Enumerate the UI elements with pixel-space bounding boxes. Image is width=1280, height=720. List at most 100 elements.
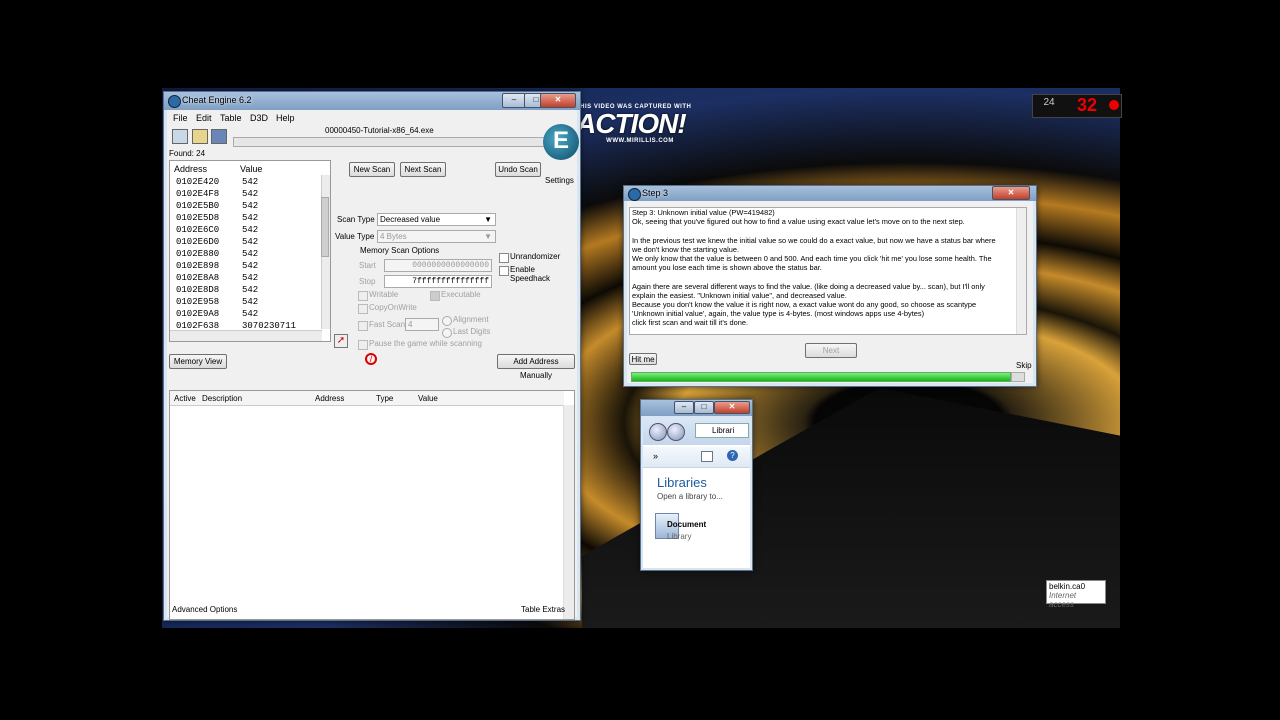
scan-results-list[interactable]: Address Value 0102E420 542 0102E4F8 542 0102… <box>169 160 331 342</box>
result-row-value[interactable]: 542 <box>242 309 258 319</box>
table-extras-link[interactable]: Table Extras <box>521 605 565 614</box>
results-header-address[interactable]: Address <box>174 164 207 174</box>
result-row-value[interactable]: 542 <box>242 297 258 307</box>
col-address[interactable]: Address <box>315 394 344 403</box>
forward-icon[interactable] <box>667 423 685 441</box>
result-row-value[interactable]: 542 <box>242 177 258 187</box>
add-address-button[interactable]: Add Address Manually <box>497 354 575 380</box>
alignment-radio[interactable] <box>442 316 452 326</box>
result-row-value[interactable]: 542 <box>242 261 258 271</box>
unrandomizer-checkbox[interactable] <box>499 253 509 263</box>
memory-scan-options-label: Memory Scan Options <box>360 246 440 255</box>
instruction-line: Step 3: Unknown initial value (PW=419482… <box>632 208 775 217</box>
close-button[interactable]: ✕ <box>540 93 576 108</box>
documents-library-type: Library <box>667 532 692 541</box>
ce-titlebar[interactable]: Cheat Engine 6.2 – □ ✕ <box>164 92 580 110</box>
results-vertical-scrollbar[interactable] <box>321 175 330 329</box>
next-scan-button[interactable]: Next Scan <box>400 162 446 177</box>
help-icon[interactable]: ? <box>727 450 738 461</box>
menu-help[interactable]: Help <box>276 113 295 123</box>
step3-titlebar[interactable]: Step 3 ✕ <box>624 186 1036 201</box>
explorer-titlebar[interactable]: – □ ✕ <box>641 400 752 416</box>
executable-checkbox[interactable] <box>430 291 440 301</box>
memory-view-button[interactable]: Memory View <box>169 354 227 369</box>
undo-scan-button[interactable]: Undo Scan <box>495 162 541 177</box>
fast-scan-checkbox[interactable] <box>358 321 368 331</box>
col-type[interactable]: Type <box>376 394 393 403</box>
pause-game-checkbox[interactable] <box>358 340 368 350</box>
minimize-button[interactable]: – <box>502 93 526 108</box>
hit-me-button[interactable]: Hit me <box>629 353 657 365</box>
cheat-engine-window: Cheat Engine 6.2 – □ ✕ File Edit Table D… <box>163 91 581 621</box>
result-row-address[interactable]: 0102E5B0 <box>176 201 219 211</box>
result-row-value[interactable]: 542 <box>242 201 258 211</box>
result-row-address[interactable]: 0102E898 <box>176 261 219 271</box>
result-row-address[interactable]: 0102E8A8 <box>176 273 219 283</box>
menu-d3d[interactable]: D3D <box>250 113 268 123</box>
minimize-button[interactable]: – <box>674 401 694 414</box>
result-row-value[interactable]: 542 <box>242 285 258 295</box>
copy-on-write-checkbox[interactable] <box>358 304 368 314</box>
value-type-select[interactable]: 4 Bytes ▼ <box>377 230 496 243</box>
last-digits-radio[interactable] <box>442 328 452 338</box>
col-value[interactable]: Value <box>418 394 438 403</box>
more-commands-button[interactable]: » <box>653 451 658 461</box>
menu-file[interactable]: File <box>173 113 188 123</box>
result-row-address[interactable]: 0102E958 <box>176 297 219 307</box>
result-row-address[interactable]: 0102E880 <box>176 249 219 259</box>
next-button[interactable]: Next <box>805 343 857 358</box>
instruction-line: 'Unknown initial value', again, the valu… <box>632 309 925 319</box>
address-table[interactable]: Active Description Address Type Value <box>169 390 575 620</box>
instruction-line: explain the easiest. "Unknown initial va… <box>632 290 847 300</box>
new-scan-button[interactable]: New Scan <box>349 162 395 177</box>
menu-table[interactable]: Table <box>220 113 242 123</box>
result-row-address[interactable]: 0102E6D0 <box>176 237 219 247</box>
result-row-address[interactable]: 0102E5D8 <box>176 213 219 223</box>
col-active[interactable]: Active <box>174 394 196 403</box>
save-icon[interactable] <box>211 129 227 144</box>
result-row-address[interactable]: 0102E420 <box>176 177 219 187</box>
results-horizontal-scrollbar[interactable] <box>170 330 322 341</box>
instructions-text[interactable]: Step 3: Unknown initial value (PW=419482… <box>629 207 1027 335</box>
menu-bar: File Edit Table D3D Help <box>167 110 577 124</box>
result-row-address[interactable]: 0102E9A8 <box>176 309 219 319</box>
start-address-input[interactable]: 0000000000000000 <box>384 259 492 272</box>
documents-library-name[interactable]: Document <box>667 520 706 529</box>
maximize-button[interactable]: □ <box>694 401 714 414</box>
instructions-scrollbar[interactable] <box>1016 208 1026 334</box>
open-folder-icon[interactable] <box>192 129 208 144</box>
result-row-address[interactable]: 0102E4F8 <box>176 189 219 199</box>
settings-link[interactable]: Settings <box>545 176 574 185</box>
stop-icon[interactable]: / <box>365 353 377 365</box>
scan-type-label: Scan Type <box>337 215 375 224</box>
back-icon[interactable] <box>649 423 667 441</box>
scan-type-select[interactable]: Decreased value ▼ <box>377 213 496 226</box>
close-button[interactable]: ✕ <box>992 186 1030 200</box>
writable-checkbox[interactable] <box>358 291 368 301</box>
pointer-arrow-icon[interactable]: ➚ <box>334 334 348 348</box>
close-button[interactable]: ✕ <box>714 401 750 414</box>
instruction-line: we don't know the starting value. <box>632 244 739 254</box>
result-row-value[interactable]: 542 <box>242 249 258 259</box>
result-row-value[interactable]: 542 <box>242 213 258 223</box>
stop-address-input[interactable]: 7fffffffffffffff <box>384 275 492 288</box>
result-row-value[interactable]: 542 <box>242 225 258 235</box>
address-table-scrollbar[interactable] <box>563 405 574 619</box>
select-process-icon[interactable] <box>172 129 188 144</box>
preview-pane-icon[interactable] <box>701 451 713 462</box>
result-row-value[interactable]: 542 <box>242 189 258 199</box>
advanced-options-link[interactable]: Advanced Options <box>172 605 237 614</box>
results-header-value[interactable]: Value <box>240 164 262 174</box>
result-row-value[interactable]: 542 <box>242 237 258 247</box>
col-description[interactable]: Description <box>202 394 242 403</box>
speedhack-checkbox[interactable] <box>499 266 509 276</box>
address-bar[interactable]: Librari <box>695 423 749 438</box>
result-row-address[interactable]: 0102E6C0 <box>176 225 219 235</box>
fast-scan-input[interactable]: 4 <box>405 318 439 331</box>
result-row-address[interactable]: 0102E8D8 <box>176 285 219 295</box>
result-row-value[interactable]: 542 <box>242 273 258 283</box>
cheat-engine-logo-icon[interactable]: E <box>543 124 579 160</box>
skip-link[interactable]: Skip <box>1016 361 1032 370</box>
scrollbar-thumb[interactable] <box>321 197 329 257</box>
menu-edit[interactable]: Edit <box>196 113 212 123</box>
